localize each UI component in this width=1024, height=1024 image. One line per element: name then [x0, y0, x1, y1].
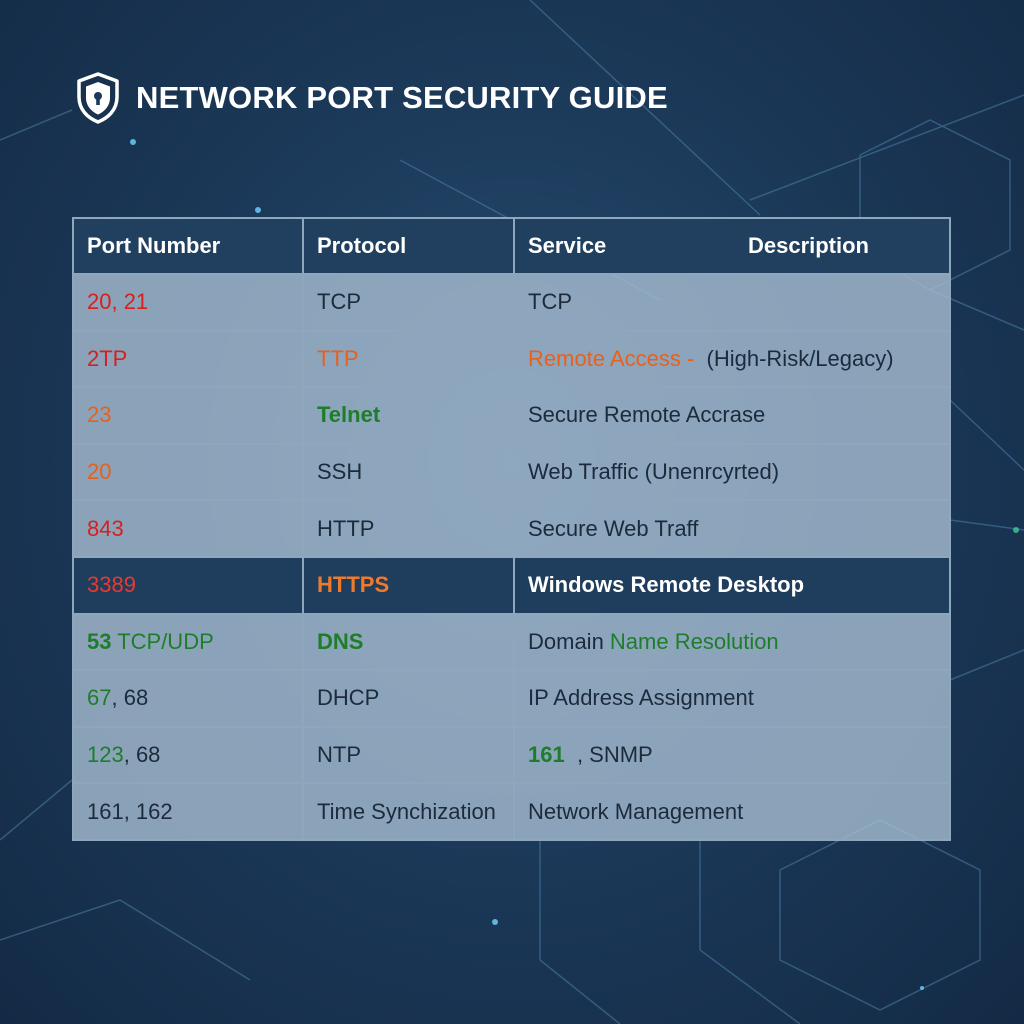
port-cell: 20 — [74, 444, 304, 502]
protocol-cell: TCP — [304, 275, 515, 332]
table-header-row: Port Number Protocol Service Description — [74, 219, 951, 275]
protocol-cell: TTP — [304, 331, 515, 389]
service-cell: Network Management — [515, 784, 951, 841]
protocol-cell: SSH — [304, 444, 515, 502]
table-row: 2TP TTP Remote Access - (High-Risk/Legac… — [74, 331, 951, 389]
column-header-port-number: Port Number — [74, 219, 304, 275]
protocol-cell: HTTPS — [304, 557, 515, 615]
port-number-extra: , 68 — [111, 685, 149, 711]
column-header-service: Service — [528, 233, 607, 258]
service-cell: 161 , SNMP — [515, 727, 951, 785]
service-note: (High-Risk/Legacy) — [706, 345, 894, 371]
protocol-cell: DHCP — [304, 671, 515, 728]
protocol-cell: Time Synchization — [304, 784, 515, 841]
port-cell: 2TP — [74, 331, 304, 389]
service-prefix: Domain — [528, 628, 610, 654]
port-table: Port Number Protocol Service Description… — [72, 217, 951, 841]
service-separator: - — [680, 345, 707, 371]
table-row: 843 HTTP Secure Web Traff — [74, 501, 951, 558]
port-number-extra: , 68 — [123, 742, 161, 768]
port-cell: 123, 68 — [74, 727, 304, 785]
table-row: 53 TCP/UDP DNS Domain Name Resolution — [74, 614, 951, 672]
protocol-cell: Telnet — [304, 388, 515, 445]
service-cell: Secure Web Traff — [515, 501, 951, 558]
port-cell: 3389 — [74, 557, 304, 615]
service-cell: Web Traffic (Unenrcyrted) — [515, 444, 951, 502]
protocol-cell: NTP — [304, 727, 515, 785]
service-cell: Domain Name Resolution — [515, 614, 951, 672]
table-row: 20, 21 TCP TCP — [74, 275, 951, 332]
column-header-description: Description — [747, 233, 869, 258]
port-number: 123 — [87, 742, 124, 768]
service-cell: Remote Access - (High-Risk/Legacy) — [515, 331, 951, 389]
shield-lock-icon — [77, 72, 119, 124]
table-row: 20 SSH Web Traffic (Unenrcyrted) — [74, 444, 951, 502]
service-cell: Windows Remote Desktop — [515, 557, 951, 615]
port-number: 67 — [87, 685, 112, 711]
port-cell: 843 — [74, 501, 304, 558]
service-port: 161 — [528, 742, 565, 768]
port-cell: 53 TCP/UDP — [74, 614, 304, 672]
service-name: , SNMP — [564, 742, 653, 768]
service-name: Remote Access — [528, 345, 681, 371]
port-cell: 161, 162 — [74, 784, 304, 841]
port-cell: 23 — [74, 388, 304, 445]
protocol-cell: DNS — [304, 614, 515, 672]
table-row: 161, 162 Time Synchization Network Manag… — [74, 784, 951, 841]
service-cell: IP Address Assignment — [515, 671, 951, 728]
port-protocol-type: TCP/UDP — [111, 628, 214, 654]
port-number: 53 — [87, 628, 112, 654]
port-cell: 20, 21 — [74, 275, 304, 332]
protocol-cell: HTTP — [304, 501, 515, 558]
page-title: NETWORK PORT SECURITY GUIDE — [136, 80, 668, 115]
table-row: 123, 68 NTP 161 , SNMP — [74, 727, 951, 785]
table-row: 23 Telnet Secure Remote Accrase — [74, 388, 951, 445]
port-cell: 67, 68 — [74, 671, 304, 728]
service-highlight: Name Resolution — [609, 628, 779, 654]
service-cell: Secure Remote Accrase — [515, 388, 951, 445]
table-row-highlighted: 3389 HTTPS Windows Remote Desktop — [74, 557, 951, 615]
page-header: NETWORK PORT SECURITY GUIDE — [74, 70, 668, 126]
column-header-protocol: Protocol — [304, 219, 515, 275]
service-cell: TCP — [515, 275, 951, 332]
column-header-service-description: Service Description — [515, 219, 951, 275]
table-row: 67, 68 DHCP IP Address Assignment — [74, 671, 951, 728]
